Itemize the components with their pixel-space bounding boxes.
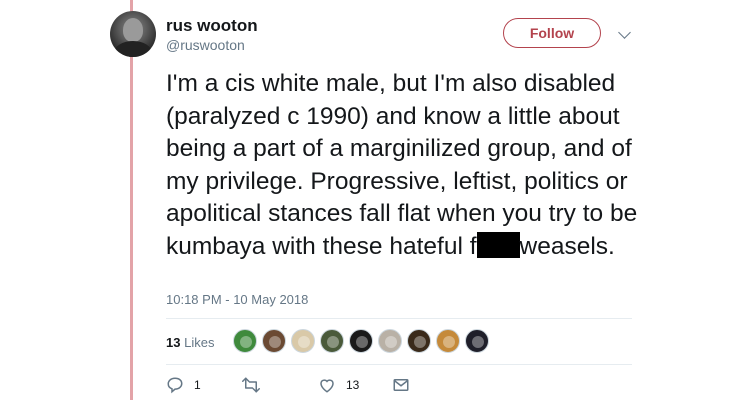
user-handle[interactable]: @ruswooton bbox=[166, 37, 245, 53]
divider bbox=[166, 318, 632, 319]
tweet-text-part-2: weasels. bbox=[519, 232, 615, 260]
likes-label: Likes bbox=[184, 335, 215, 350]
retweet-button[interactable] bbox=[241, 376, 271, 394]
reply-button[interactable]: 1 bbox=[166, 376, 201, 394]
liker-avatar[interactable] bbox=[320, 329, 344, 353]
thread-line bbox=[130, 0, 133, 400]
liker-avatar[interactable] bbox=[407, 329, 431, 353]
direct-message-button[interactable] bbox=[392, 376, 420, 394]
reply-icon bbox=[167, 377, 183, 394]
follow-button[interactable]: Follow bbox=[503, 18, 601, 48]
avatar[interactable] bbox=[110, 11, 156, 57]
left-margin bbox=[0, 0, 132, 400]
tweet-text-part-1: I'm a cis white male, but I'm also disab… bbox=[166, 70, 638, 260]
tweet-text: I'm a cis white male, but I'm also disab… bbox=[166, 68, 646, 263]
divider bbox=[166, 364, 632, 365]
likes-number: 13 bbox=[166, 335, 181, 350]
liker-avatar[interactable] bbox=[262, 329, 286, 353]
reply-count: 1 bbox=[194, 378, 201, 392]
liker-avatar[interactable] bbox=[378, 329, 402, 353]
display-name[interactable]: rus wooton bbox=[166, 16, 258, 36]
like-count: 13 bbox=[346, 378, 360, 392]
heart-icon bbox=[320, 379, 334, 393]
tweet-actions: 1 13 bbox=[166, 376, 466, 398]
like-button[interactable]: 13 bbox=[318, 376, 359, 394]
tweet-timestamp[interactable]: 10:18 PM - 10 May 2018 bbox=[166, 292, 308, 307]
liker-avatar[interactable] bbox=[291, 329, 315, 353]
liker-avatar[interactable] bbox=[465, 329, 489, 353]
liker-avatar[interactable] bbox=[233, 329, 257, 353]
liker-avatar[interactable] bbox=[349, 329, 373, 353]
redaction-box bbox=[476, 231, 520, 258]
envelope-icon bbox=[393, 379, 409, 391]
likes-count[interactable]: 13 Likes bbox=[166, 335, 214, 350]
caret-down-icon[interactable] bbox=[618, 26, 631, 39]
liker-avatars bbox=[233, 329, 494, 353]
retweet-icon bbox=[242, 377, 260, 393]
liker-avatar[interactable] bbox=[436, 329, 460, 353]
